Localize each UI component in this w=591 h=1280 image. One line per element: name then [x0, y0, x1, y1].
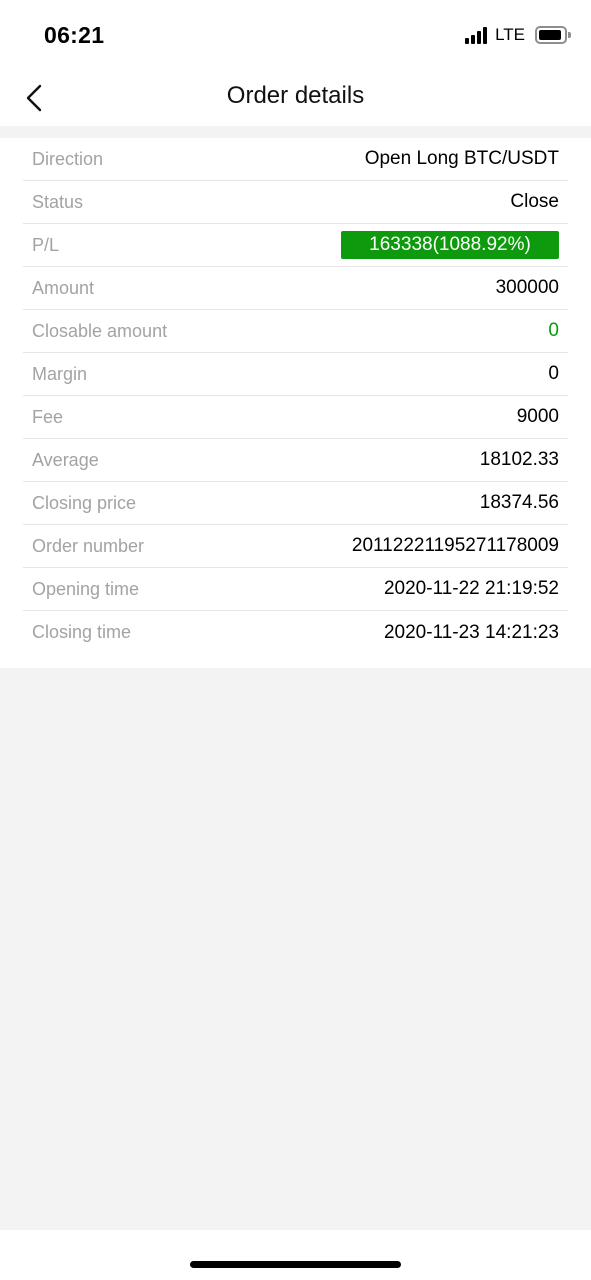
row-margin: Margin 0	[23, 353, 568, 396]
status-time: 06:21	[44, 22, 105, 48]
opening-time-label: Opening time	[32, 578, 140, 599]
pl-value-badge: 163338(1088.92%)	[341, 231, 559, 259]
row-amount: Amount 300000	[23, 267, 568, 310]
order-number-value: 20112221195271178009	[351, 535, 559, 556]
margin-value: 0	[548, 363, 559, 384]
opening-time-value: 2020-11-22 21:19:52	[383, 578, 559, 599]
status-indicators: LTE	[465, 25, 571, 45]
direction-label: Direction	[32, 148, 104, 169]
closing-price-value: 18374.56	[479, 492, 559, 513]
pl-label: P/L	[32, 234, 60, 255]
nav-bar: Order details	[0, 70, 591, 126]
signal-icon	[465, 26, 488, 44]
status-label: Status	[32, 191, 84, 212]
order-details-screen: 06:21 LTE Order details Direction Open L…	[0, 0, 591, 1280]
row-closable-amount: Closable amount 0	[23, 310, 568, 353]
closable-amount-label: Closable amount	[32, 320, 168, 341]
row-opening-time: Opening time 2020-11-22 21:19:52	[23, 568, 568, 611]
order-number-label: Order number	[32, 535, 145, 556]
row-closing-price: Closing price 18374.56	[23, 482, 568, 525]
detail-list: Direction Open Long BTC/USDT Status Clos…	[23, 138, 568, 654]
average-label: Average	[32, 449, 99, 470]
page-title: Order details	[226, 82, 365, 109]
home-indicator-area	[0, 1230, 591, 1280]
fee-value: 9000	[516, 406, 559, 427]
order-details-card: Direction Open Long BTC/USDT Status Clos…	[0, 138, 591, 668]
closing-price-label: Closing price	[32, 492, 137, 513]
closing-time-value: 2020-11-23 14:21:23	[383, 621, 559, 643]
amount-value: 300000	[495, 277, 559, 298]
closable-amount-value: 0	[548, 320, 559, 341]
fee-label: Fee	[32, 406, 64, 427]
row-direction: Direction Open Long BTC/USDT	[23, 138, 568, 181]
direction-value: Open Long BTC/USDT	[364, 148, 559, 169]
average-value: 18102.33	[479, 449, 559, 470]
network-label: LTE	[495, 25, 525, 44]
home-indicator[interactable]	[190, 1261, 401, 1268]
row-average: Average 18102.33	[23, 439, 568, 482]
row-status: Status Close	[23, 181, 568, 224]
row-pl: P/L 163338(1088.92%)	[23, 224, 568, 267]
margin-label: Margin	[32, 363, 88, 384]
closing-time-label: Closing time	[32, 622, 132, 642]
status-bar: 06:21 LTE	[0, 0, 591, 70]
amount-label: Amount	[32, 277, 95, 298]
row-closing-time: Closing time 2020-11-23 14:21:23	[23, 611, 568, 654]
row-fee: Fee 9000	[23, 396, 568, 439]
status-value: Close	[510, 191, 559, 212]
battery-icon	[535, 26, 571, 44]
row-order-number: Order number 20112221195271178009	[23, 525, 568, 568]
